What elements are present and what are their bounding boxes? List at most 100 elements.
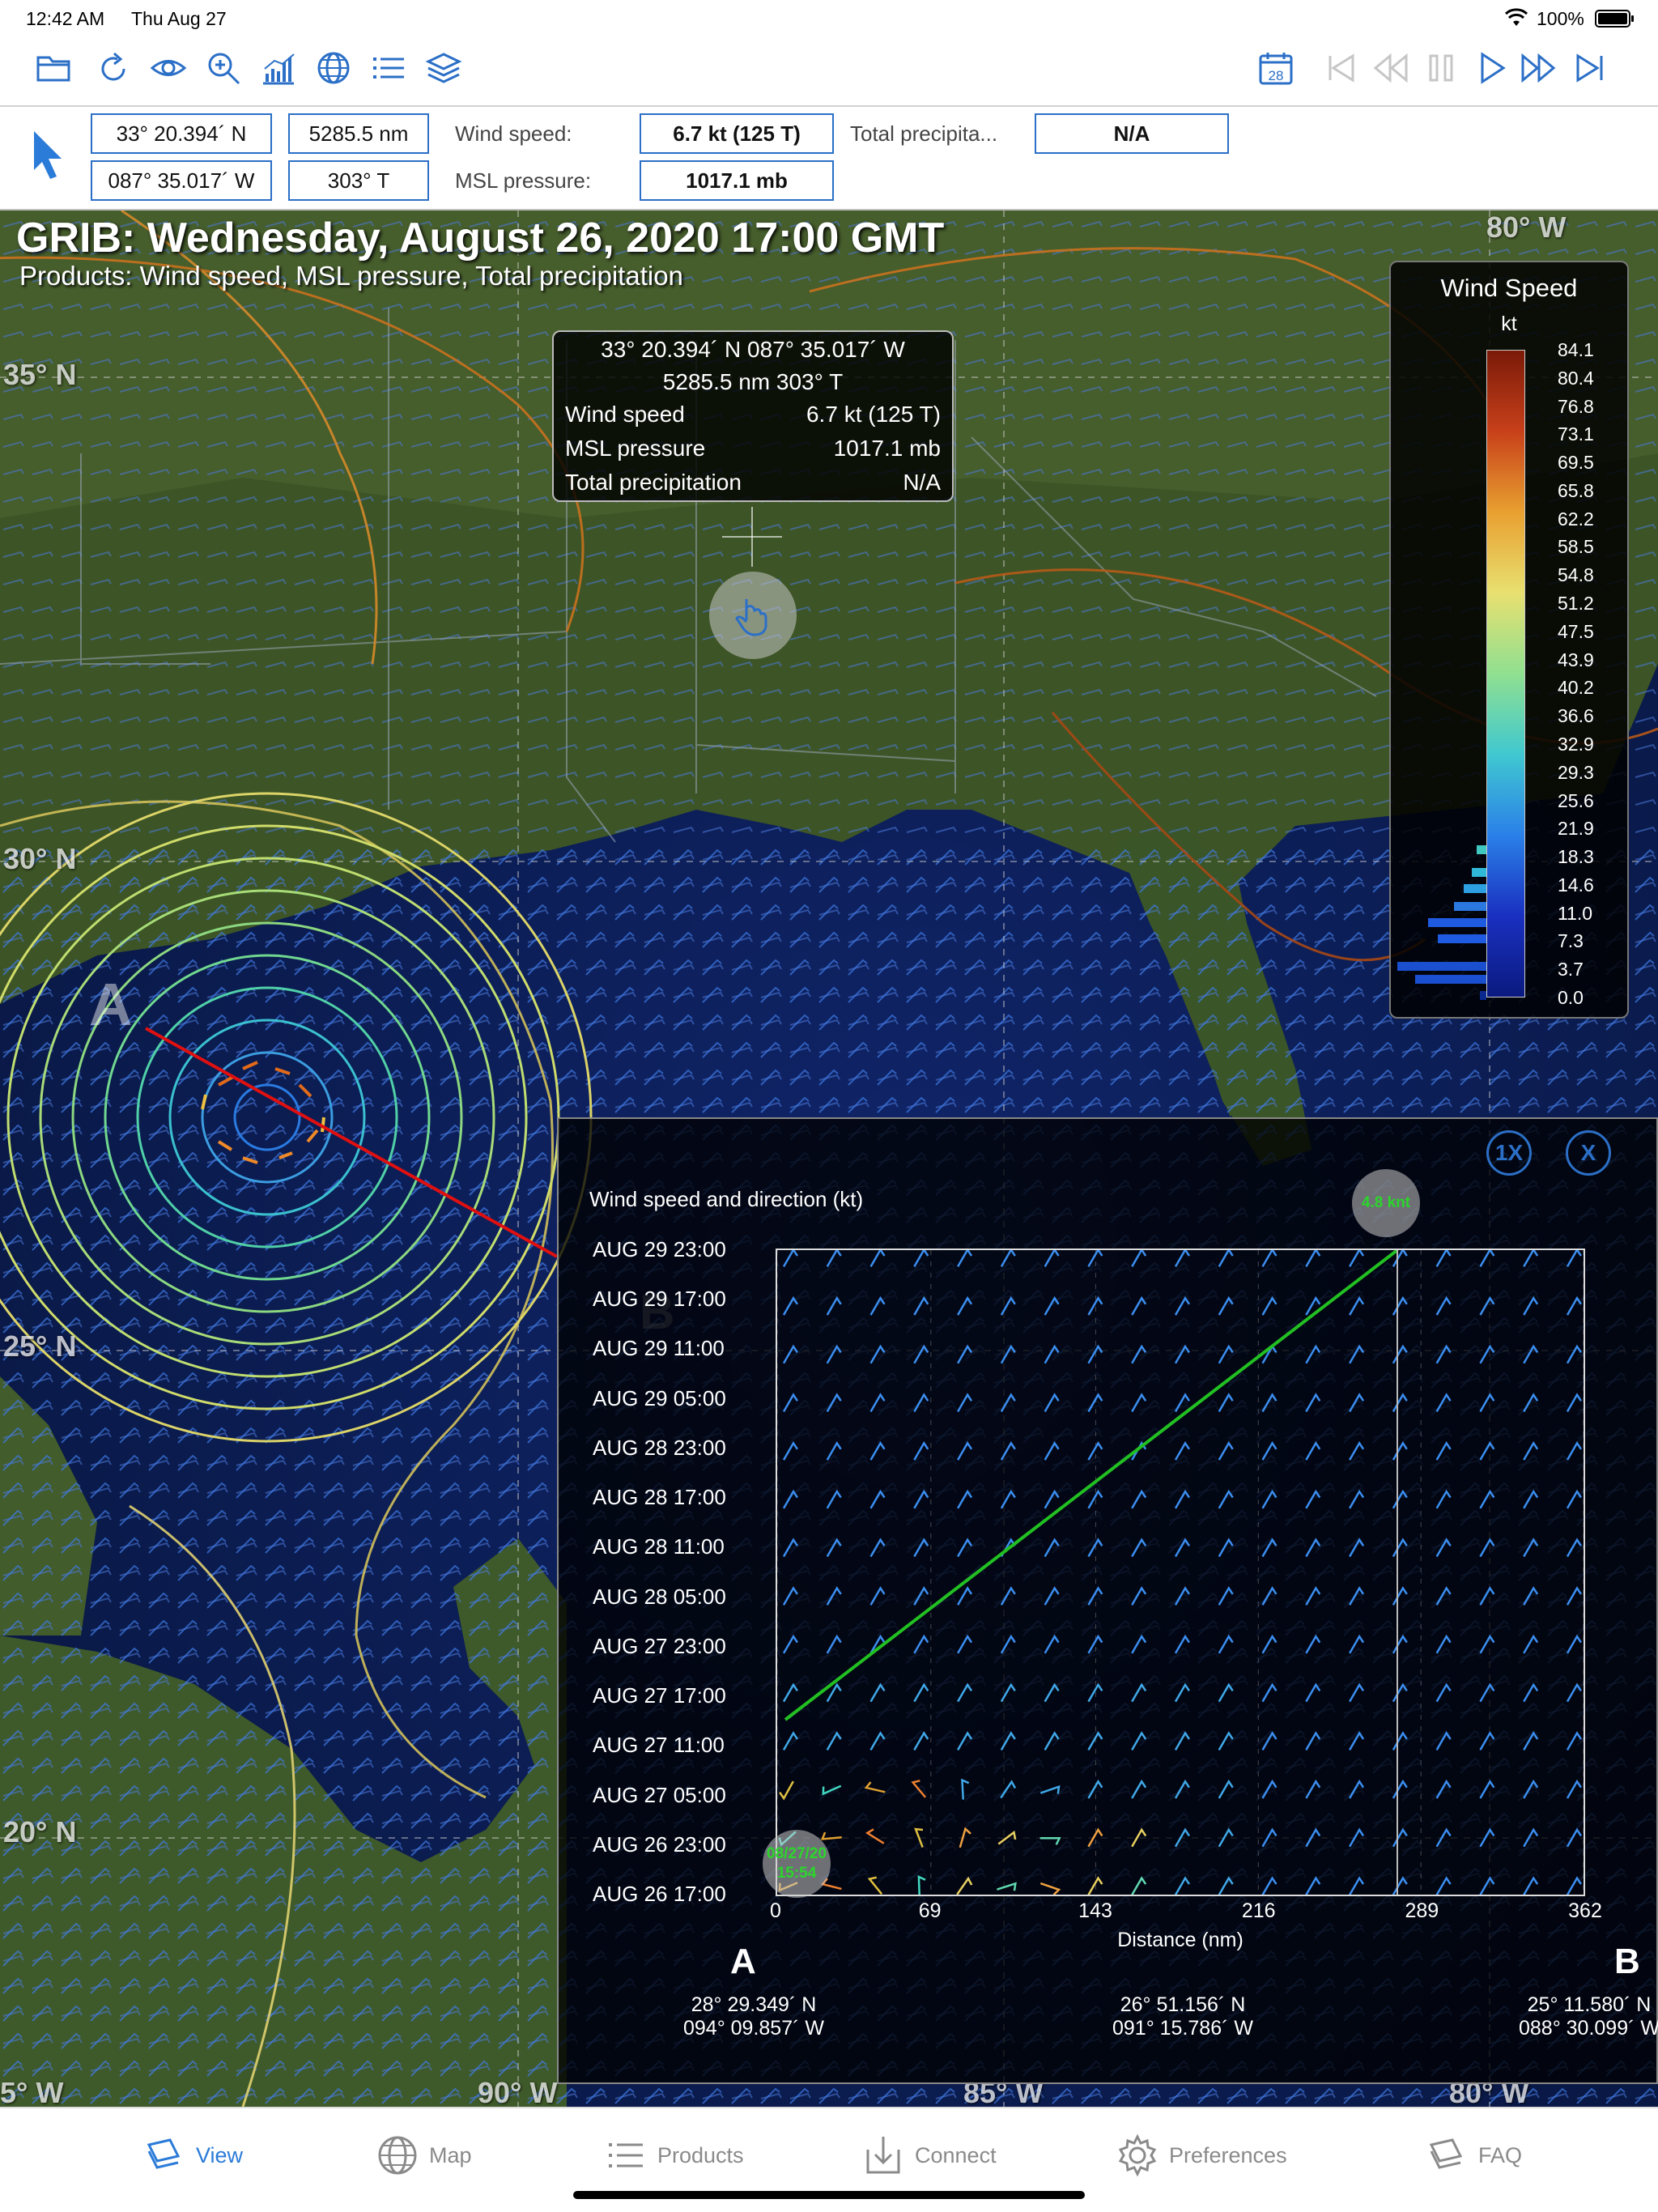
wind-barb	[1479, 1682, 1495, 1703]
wind-barb	[782, 1295, 798, 1316]
wind-barb	[1044, 1393, 1060, 1413]
wind-barb	[1523, 1779, 1539, 1799]
chart-icon[interactable]	[256, 45, 301, 91]
wind-barb	[1174, 1295, 1190, 1316]
wind-barb	[1044, 1682, 1060, 1703]
status-time: 12:42 AM	[26, 8, 105, 29]
wind-barb	[1131, 1682, 1147, 1703]
layers-icon[interactable]	[421, 45, 466, 91]
cross-section-title: Wind speed and direction (kt)	[589, 1187, 864, 1211]
wind-barb	[1039, 1837, 1061, 1845]
wind-barb	[1261, 1731, 1278, 1750]
status-date: Thu Aug 27	[131, 8, 227, 29]
tab-preferences[interactable]: Preferences	[1116, 2131, 1287, 2180]
cross-section-plot[interactable]	[776, 1248, 1585, 1897]
coord-mid-lon: 091° 15.786´ W	[1112, 2017, 1253, 2040]
wind-barb	[1218, 1441, 1234, 1461]
wind-barb	[867, 1876, 883, 1895]
histogram-bar	[1428, 918, 1486, 927]
wind-barb	[1566, 1827, 1582, 1848]
wind-barb	[1523, 1295, 1539, 1316]
wind-barb	[1261, 1634, 1278, 1654]
close-button[interactable]: X	[1566, 1130, 1611, 1176]
rewind-icon[interactable]	[1368, 45, 1414, 91]
wind-barb	[826, 1441, 842, 1461]
wind-barb	[1174, 1634, 1190, 1654]
wind-barb	[1566, 1344, 1582, 1364]
folder-icon[interactable]	[31, 45, 76, 91]
wind-barb	[1435, 1779, 1452, 1799]
wind-barb	[1261, 1248, 1278, 1268]
wind-barb	[1479, 1779, 1495, 1799]
wind-barb	[957, 1586, 973, 1606]
time-label: AUG 29 05:00	[593, 1385, 726, 1410]
list-icon[interactable]	[366, 45, 411, 91]
histogram-bar	[1438, 934, 1486, 943]
wind-barb	[1131, 1248, 1147, 1268]
eye-icon[interactable]	[146, 45, 191, 91]
wind-speed-legend: Wind Speed kt 84.1 80.4 76.8 73.1 69.5 65.8 62…	[1389, 261, 1629, 1019]
lon-label-80-top: 80° W	[1486, 211, 1567, 244]
cursor-icon[interactable]	[29, 128, 66, 185]
time-label: AUG 28 11:00	[593, 1534, 725, 1559]
wind-barb	[1523, 1344, 1539, 1364]
skip-to-end-icon[interactable]	[1567, 45, 1613, 91]
zoom-in-icon[interactable]	[201, 45, 246, 91]
tab-faq-label: FAQ	[1478, 2142, 1523, 2167]
wind-barb	[913, 1489, 929, 1509]
fast-forward-icon[interactable]	[1516, 45, 1561, 91]
wind-barb	[1349, 1876, 1365, 1896]
lat-label-35: 35° N	[3, 358, 77, 391]
wind-barb	[1039, 1882, 1061, 1896]
drag-handle-icon[interactable]	[709, 572, 797, 659]
time-label: AUG 27 05:00	[593, 1782, 726, 1807]
wind-barb	[1523, 1827, 1539, 1848]
track-end-handle[interactable]: 4.8 knt	[1352, 1169, 1420, 1237]
track-start-handle[interactable]: 08/27/20 15:54	[763, 1830, 831, 1898]
legend-tick: 58.5	[1558, 536, 1594, 558]
tab-products[interactable]: Products	[604, 2131, 744, 2180]
wind-barb	[1261, 1393, 1278, 1413]
wind-barb	[1523, 1393, 1539, 1413]
wind-barb	[1523, 1248, 1539, 1268]
route-point-a[interactable]: A	[89, 970, 132, 1039]
wind-barb	[1174, 1682, 1190, 1703]
refresh-icon[interactable]	[91, 45, 136, 91]
download-icon	[866, 2137, 900, 2174]
coord-b-lon: 088° 30.099´ W	[1519, 2017, 1658, 2040]
globe-icon[interactable]	[311, 45, 356, 91]
track-start-date: 08/27/20	[767, 1845, 827, 1862]
wind-barb	[959, 1827, 971, 1848]
play-icon[interactable]	[1469, 45, 1514, 91]
zoom-1x-button[interactable]: 1X	[1486, 1130, 1532, 1176]
wind-barb	[1392, 1538, 1408, 1558]
toolbar: 28	[0, 39, 1658, 105]
wind-barb	[1000, 1780, 1017, 1799]
wind-barb	[1566, 1489, 1582, 1509]
tab-faq[interactable]: FAQ	[1425, 2131, 1522, 2180]
grib-map[interactable]: GRIB: Wednesday, August 26, 2020 17:00 G…	[0, 211, 1658, 2107]
legend-tick: 32.9	[1558, 733, 1594, 755]
skip-to-start-icon[interactable]	[1318, 45, 1363, 91]
gear-icon	[1118, 2133, 1157, 2177]
wind-barb	[956, 1876, 973, 1895]
wind-barb	[1131, 1393, 1147, 1413]
wind-barb	[1131, 1827, 1147, 1848]
wind-barb	[913, 1248, 929, 1268]
wind-barb	[1523, 1441, 1539, 1461]
wind-barb	[913, 1682, 929, 1703]
pause-icon[interactable]	[1418, 45, 1464, 91]
wind-barb	[826, 1295, 842, 1316]
tab-connect[interactable]: Connect	[861, 2131, 997, 2180]
wind-barb	[1435, 1295, 1452, 1316]
tab-map[interactable]: Map	[376, 2131, 472, 2180]
wind-barb	[1218, 1827, 1234, 1848]
coord-b: 25° 11.580´ N 088° 30.099´ W	[1519, 1993, 1658, 2040]
calendar-icon[interactable]: 28	[1253, 45, 1299, 91]
wind-barb	[1566, 1731, 1582, 1750]
coord-a: 28° 29.349´ N 094° 09.857´ W	[683, 1993, 824, 2040]
wind-barb	[1523, 1731, 1539, 1750]
tab-view[interactable]: View	[142, 2131, 243, 2180]
wind-barb	[1435, 1489, 1452, 1509]
cross-section-point-b: B	[1614, 1942, 1640, 1981]
